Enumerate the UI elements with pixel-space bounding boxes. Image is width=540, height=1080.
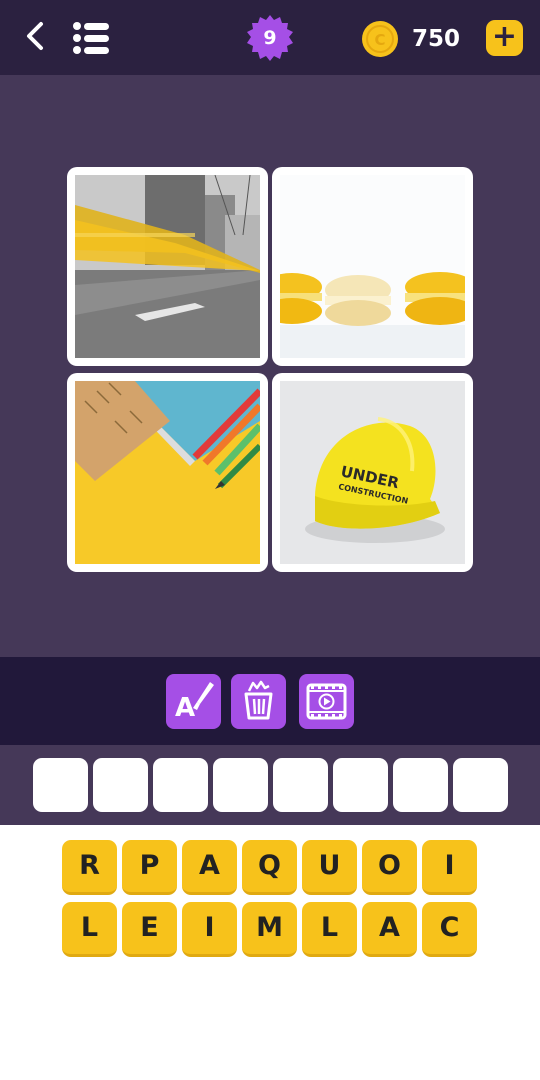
letter-tile[interactable]: L bbox=[302, 902, 357, 957]
hint-bar: A bbox=[0, 657, 540, 745]
letter-tile[interactable]: I bbox=[182, 902, 237, 957]
coin-count: 750 bbox=[412, 26, 461, 52]
macarons-image bbox=[280, 175, 465, 358]
back-button[interactable] bbox=[20, 18, 50, 58]
coin-letter: C bbox=[374, 31, 385, 49]
letter-tile[interactable]: P bbox=[122, 840, 177, 895]
level-number: 9 bbox=[263, 27, 277, 49]
tram-street-image bbox=[75, 175, 260, 358]
chevron-left-icon bbox=[27, 22, 43, 50]
remove-letters-hint-button[interactable] bbox=[231, 674, 286, 729]
coin-icon: C bbox=[361, 20, 399, 58]
letter-tile[interactable]: M bbox=[242, 902, 297, 957]
answer-slot[interactable] bbox=[273, 758, 328, 812]
reveal-letter-hint-button[interactable]: A bbox=[166, 674, 221, 729]
letter-tile[interactable]: O bbox=[362, 840, 417, 895]
letter-tile[interactable]: A bbox=[182, 840, 237, 895]
video-film-icon bbox=[306, 683, 347, 720]
stationery-image bbox=[75, 381, 260, 564]
letter-brush-icon: A bbox=[175, 682, 214, 723]
trash-bin-icon bbox=[244, 680, 273, 720]
puzzle-area: UNDER CONSTRUCTION bbox=[0, 75, 540, 657]
answer-slot[interactable] bbox=[153, 758, 208, 812]
hardhat-image: UNDER CONSTRUCTION bbox=[280, 381, 465, 564]
puzzle-image-macarons[interactable] bbox=[272, 167, 473, 366]
hint-letter: A bbox=[175, 693, 195, 723]
letter-tile[interactable]: E bbox=[122, 902, 177, 957]
list-menu-icon bbox=[73, 22, 109, 54]
letter-tiles: R P A Q U O I L E I M L A C bbox=[0, 825, 540, 1080]
add-coins-button[interactable]: + bbox=[486, 20, 523, 56]
answer-slot[interactable] bbox=[213, 758, 268, 812]
answer-slot[interactable] bbox=[393, 758, 448, 812]
letter-tile[interactable]: A bbox=[362, 902, 417, 957]
letter-tile[interactable]: R bbox=[62, 840, 117, 895]
watch-video-hint-button[interactable] bbox=[299, 674, 354, 729]
top-bar: 9 C 750 + bbox=[0, 0, 540, 75]
letter-tile[interactable]: C bbox=[422, 902, 477, 957]
letter-tile[interactable]: U bbox=[302, 840, 357, 895]
answer-slot[interactable] bbox=[33, 758, 88, 812]
letter-tile[interactable]: Q bbox=[242, 840, 297, 895]
letter-tile[interactable]: L bbox=[62, 902, 117, 957]
puzzle-image-tram[interactable] bbox=[67, 167, 268, 366]
plus-icon: + bbox=[491, 19, 518, 54]
puzzle-image-stationery[interactable] bbox=[67, 373, 268, 572]
answer-slot[interactable] bbox=[453, 758, 508, 812]
answer-slot[interactable] bbox=[93, 758, 148, 812]
answer-slot[interactable] bbox=[333, 758, 388, 812]
menu-button[interactable] bbox=[72, 20, 110, 56]
puzzle-image-hardhat[interactable]: UNDER CONSTRUCTION bbox=[272, 373, 473, 572]
answer-area bbox=[0, 745, 540, 825]
letter-tile[interactable]: I bbox=[422, 840, 477, 895]
level-badge: 9 bbox=[246, 14, 294, 62]
